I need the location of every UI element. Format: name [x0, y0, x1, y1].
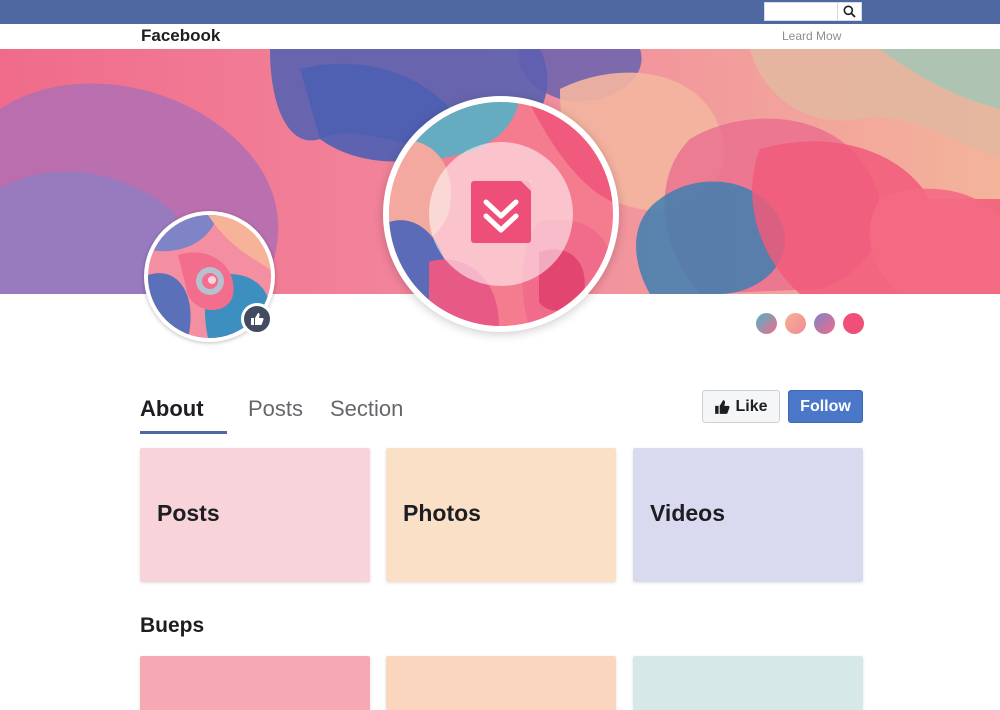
card-posts[interactable]: Posts — [140, 448, 370, 582]
color-dot-3[interactable] — [814, 313, 835, 334]
section-card-3[interactable] — [633, 656, 863, 710]
search-button[interactable] — [838, 2, 862, 21]
card-posts-label: Posts — [157, 500, 220, 526]
brand-logo-text[interactable]: Facebook — [141, 26, 220, 46]
center-logo-image — [389, 102, 613, 326]
section-card-2[interactable] — [386, 656, 616, 710]
tab-section[interactable]: Section — [330, 396, 403, 422]
tab-posts[interactable]: Posts — [248, 396, 303, 422]
thumbs-up-icon — [715, 399, 731, 414]
profile-color-dots — [756, 313, 864, 334]
section-title: Bueps — [140, 614, 205, 637]
center-artwork — [389, 102, 613, 326]
card-photos[interactable]: Photos — [386, 448, 616, 582]
color-dot-2[interactable] — [785, 313, 806, 334]
search-input[interactable] — [764, 2, 838, 21]
card-photos-label: Photos — [403, 500, 481, 526]
follow-button[interactable]: Follow — [788, 390, 863, 423]
like-button-label: Like — [735, 397, 768, 415]
card-videos-label: Videos — [650, 500, 725, 526]
center-logo-circle[interactable] — [383, 96, 619, 332]
thumbs-up-icon — [251, 313, 264, 325]
avatar-like-badge[interactable] — [241, 303, 273, 335]
follow-button-label: Follow — [800, 397, 851, 415]
learn-more-link[interactable]: Leard Mow — [782, 29, 841, 43]
section-card-1[interactable] — [140, 656, 370, 710]
color-dot-1[interactable] — [756, 313, 777, 334]
active-tab-indicator — [140, 431, 227, 434]
color-dot-4[interactable] — [843, 313, 864, 334]
top-nav-bar — [0, 0, 1000, 24]
tab-about[interactable]: About — [140, 396, 204, 422]
search-icon — [843, 5, 856, 18]
search-box — [764, 2, 862, 21]
like-button[interactable]: Like — [702, 390, 780, 423]
brand-bar: Facebook Leard Mow — [0, 24, 1000, 49]
card-videos[interactable]: Videos — [633, 448, 863, 582]
